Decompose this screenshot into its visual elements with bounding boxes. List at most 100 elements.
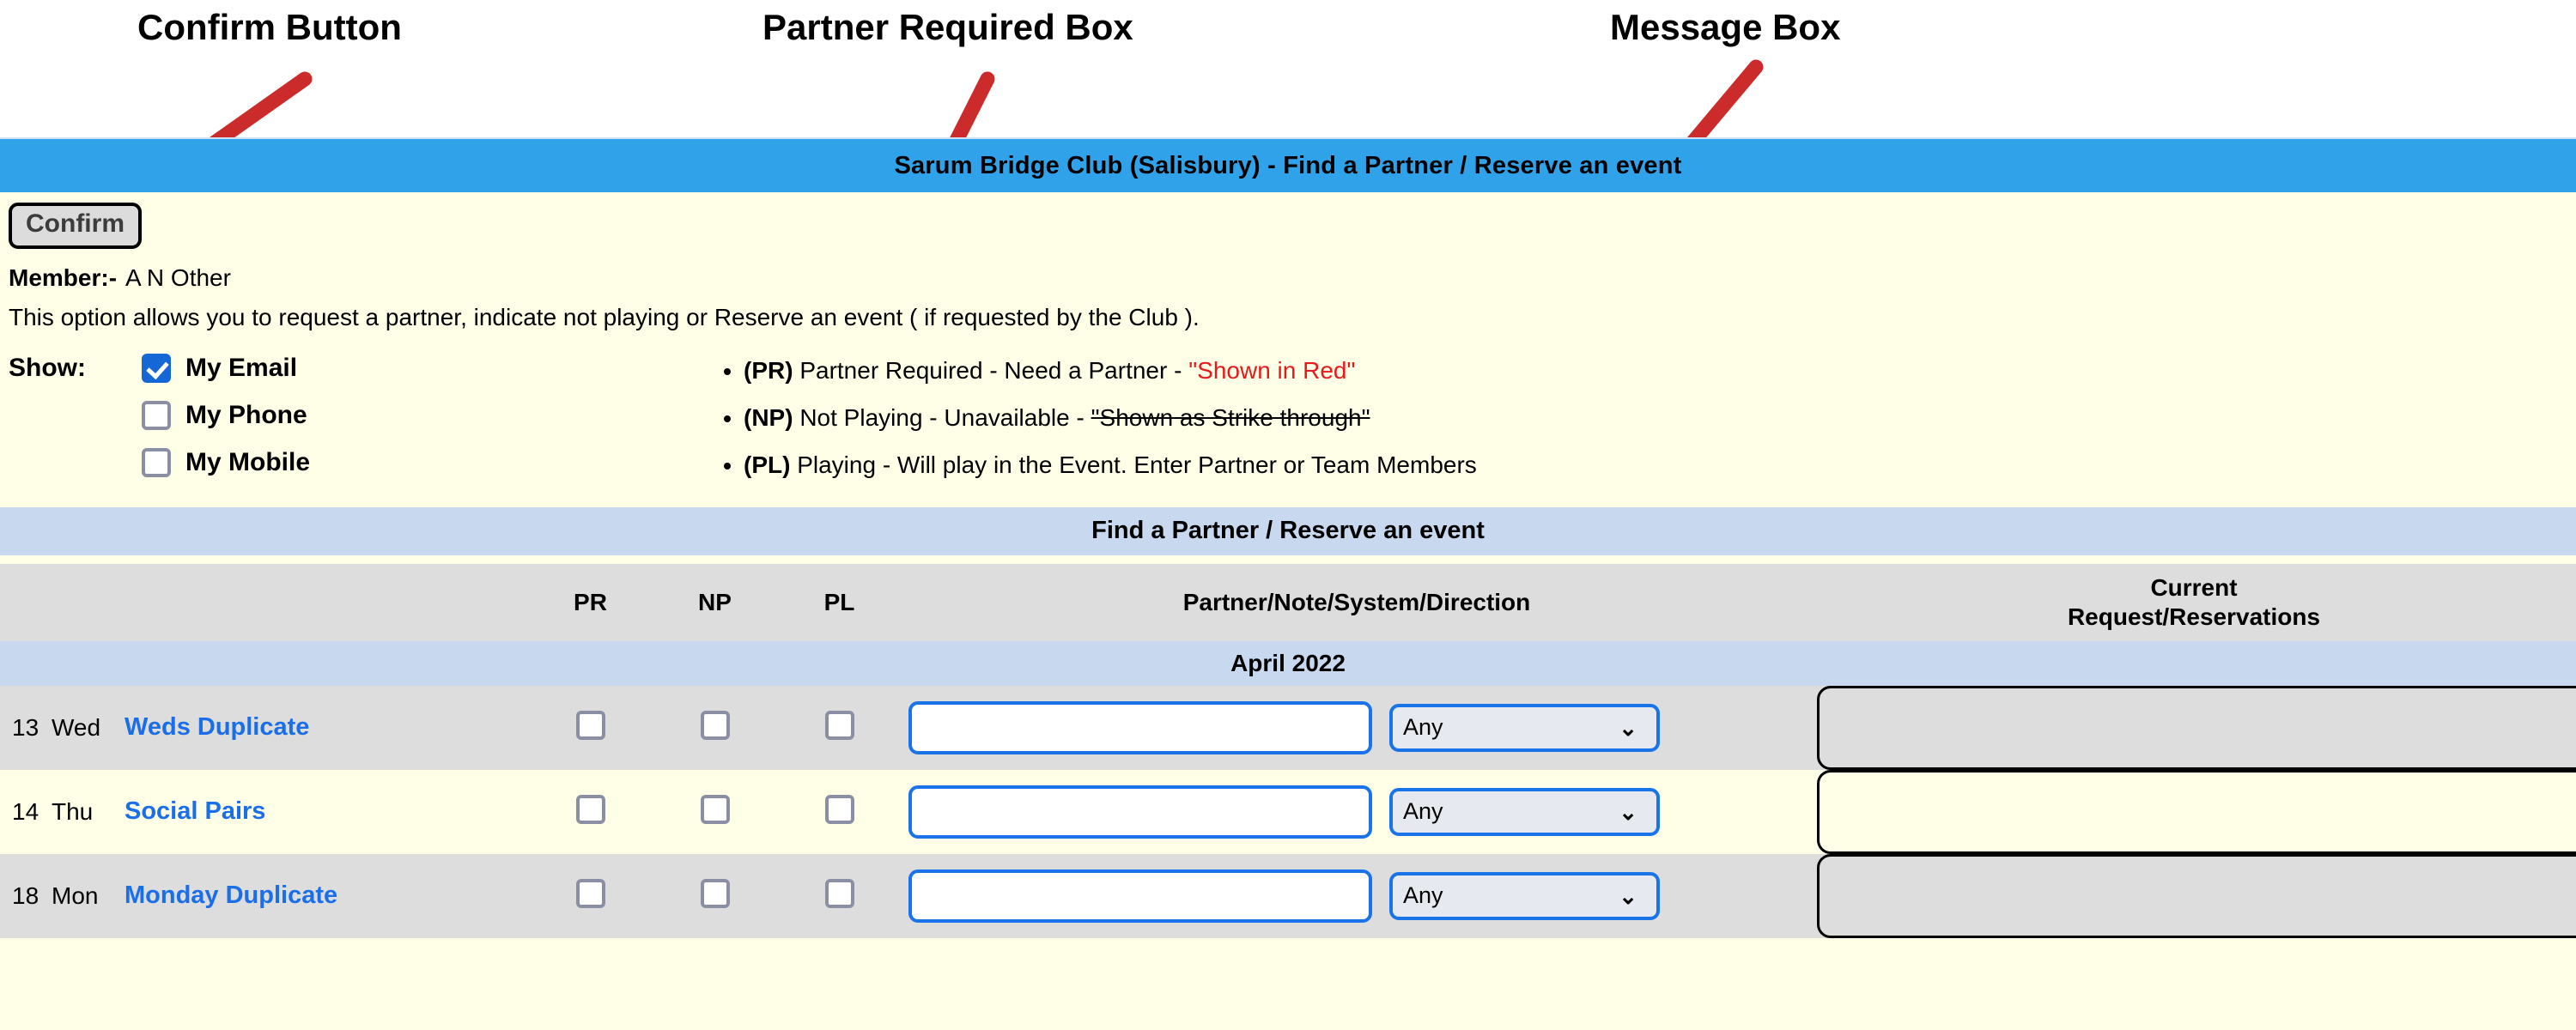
checkbox-partner-required[interactable] [575, 879, 605, 908]
column-header-current-requests: Current Request/Reservations [1812, 563, 2576, 641]
row-current-cell [1812, 685, 2576, 770]
checkbox-not-playing[interactable] [700, 795, 730, 824]
checkbox-playing[interactable] [824, 795, 854, 824]
status-legend: (PR) Partner Required - Need a Partner -… [687, 345, 2576, 488]
table-row: 14 Thu Social Pairs Any ⌄ [0, 769, 2576, 854]
row-np-cell [653, 769, 777, 854]
current-request-box [1817, 685, 2576, 770]
section-band-title: Find a Partner / Reserve an event [1091, 517, 1485, 544]
member-label: Member:- [9, 264, 118, 291]
row-dayofweek: Thu [52, 769, 125, 854]
event-link[interactable]: Monday Duplicate [125, 882, 337, 909]
column-header-event [0, 563, 528, 641]
current-request-box [1817, 769, 2576, 854]
confirm-button[interactable]: Confirm [9, 203, 142, 249]
row-np-cell [653, 853, 777, 938]
section-band: Find a Partner / Reserve an event [0, 505, 2576, 555]
column-header-partner: Partner/Note/System/Direction [902, 563, 1812, 641]
checkbox-my-mobile[interactable] [142, 448, 171, 477]
info-panel: Confirm Member:- A N Other This option al… [0, 192, 2576, 497]
show-option-label-my-phone: My Phone [185, 401, 307, 429]
legend-code-np: (NP) [744, 403, 793, 431]
month-group-label: April 2022 [0, 640, 2576, 686]
legend-item-np: (NP) Not Playing - Unavailable - "Shown … [744, 394, 2576, 441]
checkbox-not-playing[interactable] [700, 711, 730, 740]
annotation-label-message-box: Message Box [1610, 7, 1841, 47]
show-option-label-my-mobile: My Mobile [185, 448, 311, 476]
checkbox-my-phone[interactable] [142, 401, 171, 430]
show-options-group: Show: My Email My Phone My Mobile [0, 345, 687, 487]
page-title: Sarum Bridge Club (Salisbury) - Find a P… [894, 151, 1682, 179]
legend-item-pr: (PR) Partner Required - Need a Partner -… [744, 347, 2576, 394]
row-pl-cell [777, 769, 902, 854]
row-dayofweek: Wed [52, 685, 125, 770]
row-day: 13 [0, 685, 52, 770]
chevron-down-icon: ⌄ [1619, 882, 1637, 909]
column-header-current-line1: Current [2150, 574, 2238, 602]
checkbox-playing[interactable] [824, 879, 854, 908]
legend-text-pl: Playing - Will play in the Event. Enter … [790, 451, 1477, 478]
chevron-down-icon: ⌄ [1619, 798, 1637, 825]
direction-select[interactable]: Any ⌄ [1389, 871, 1660, 920]
direction-select-value: Any [1403, 882, 1443, 908]
message-box-input[interactable] [908, 785, 1372, 839]
confirm-button-wrap: Confirm [0, 203, 2576, 249]
event-link[interactable]: Social Pairs [125, 797, 265, 825]
checkbox-my-email[interactable] [142, 354, 171, 383]
row-partner-cell: Any ⌄ [902, 769, 1812, 854]
row-event-cell: Monday Duplicate [125, 853, 528, 938]
row-event-cell: Social Pairs [125, 769, 528, 854]
row-current-cell [1812, 769, 2576, 854]
show-option-my-email[interactable]: Show: My Email [9, 345, 687, 392]
events-table: PR NP PL Partner/Note/System/Direction C… [0, 563, 2576, 938]
row-day: 14 [0, 769, 52, 854]
table-row: 13 Wed Weds Duplicate Any ⌄ [0, 685, 2576, 770]
option-description: This option allows you to request a part… [9, 303, 1200, 330]
show-label: Show: [9, 354, 86, 382]
direction-select-value: Any [1403, 714, 1443, 740]
checkbox-partner-required[interactable] [575, 711, 605, 740]
legend-code-pr: (PR) [744, 356, 793, 384]
row-partner-cell: Any ⌄ [902, 685, 1812, 770]
row-current-cell [1812, 853, 2576, 938]
show-option-my-mobile[interactable]: My Mobile [9, 439, 687, 487]
direction-select[interactable]: Any ⌄ [1389, 703, 1660, 752]
show-option-my-phone[interactable]: My Phone [9, 392, 687, 439]
row-day: 18 [0, 853, 52, 938]
column-header-np: NP [653, 563, 777, 641]
table-header-row: PR NP PL Partner/Note/System/Direction C… [0, 563, 2576, 641]
member-line: Member:- A N Other [9, 264, 2576, 292]
chevron-down-icon: ⌄ [1619, 714, 1637, 741]
row-np-cell [653, 685, 777, 770]
message-box-input[interactable] [908, 700, 1372, 754]
show-and-legend-row: Show: My Email My Phone My Mobile • (PR)… [0, 345, 2576, 488]
row-event-cell: Weds Duplicate [125, 685, 528, 770]
checkbox-partner-required[interactable] [575, 795, 605, 824]
column-header-current-line2: Request/Reservations [2067, 603, 2321, 630]
annotation-label-partner-required-box: Partner Required Box [762, 7, 1133, 47]
message-box-input[interactable] [908, 869, 1372, 923]
direction-select[interactable]: Any ⌄ [1389, 787, 1660, 836]
row-pl-cell [777, 685, 902, 770]
window-title-bar: Sarum Bridge Club (Salisbury) - Find a P… [0, 139, 2576, 192]
month-group-row: April 2022 [0, 640, 2576, 686]
member-name: A N Other [125, 264, 231, 291]
column-header-pr: PR [528, 563, 653, 641]
show-option-label-my-email: My Email [185, 354, 298, 382]
event-link[interactable]: Weds Duplicate [125, 713, 309, 741]
row-dayofweek: Mon [52, 853, 125, 938]
legend-text-np: Not Playing - Unavailable - [793, 403, 1091, 431]
row-pl-cell [777, 853, 902, 938]
row-pr-cell [528, 769, 653, 854]
checkbox-playing[interactable] [824, 711, 854, 740]
legend-item-pl: (PL) Playing - Will play in the Event. E… [744, 441, 2576, 488]
screenshot-root: Confirm Button Partner Required Box Mess… [0, 0, 2576, 1030]
row-pr-cell [528, 853, 653, 938]
legend-text-pr: Partner Required - Need a Partner - [793, 356, 1189, 384]
legend-code-pl: (PL) [744, 451, 791, 478]
current-request-box [1817, 853, 2576, 938]
table-row: 18 Mon Monday Duplicate Any ⌄ [0, 853, 2576, 938]
annotation-label-confirm-button: Confirm Button [137, 7, 402, 47]
checkbox-not-playing[interactable] [700, 879, 730, 908]
column-header-pl: PL [777, 563, 902, 641]
